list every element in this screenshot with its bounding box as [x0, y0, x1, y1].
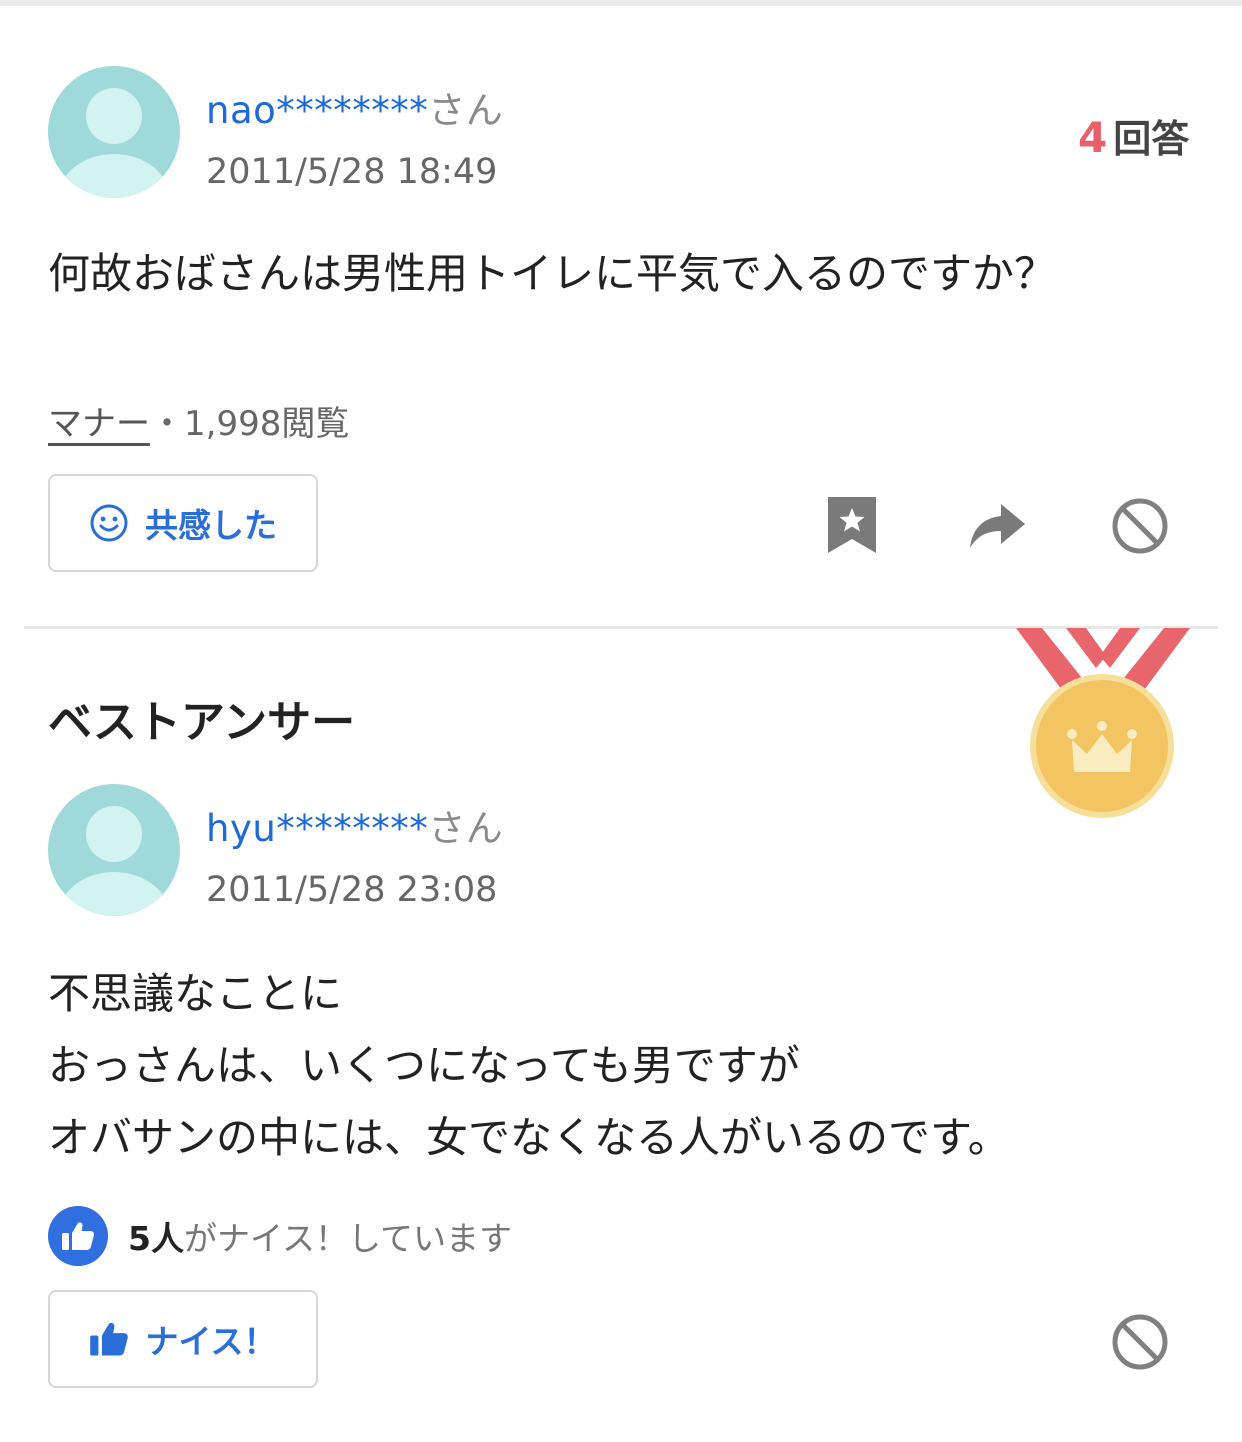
answer-line: 不思議なことに [48, 969, 343, 1018]
questioner-avatar[interactable] [48, 66, 180, 198]
answer-line: おっさんは、いくつになっても男ですが [48, 1041, 800, 1090]
answer-count-unit: 回答 [1113, 117, 1190, 161]
avatar-head [86, 88, 142, 144]
nice-button-label: ナイス！ [145, 1322, 277, 1361]
empathy-label: 共感した [145, 506, 277, 545]
answerer-suffix: さん [428, 807, 504, 850]
nice-badge [48, 1206, 108, 1266]
answer-count-number: 4 [1078, 113, 1108, 162]
question-meta: マナー・1,998閲覧 [48, 396, 349, 445]
block-icon [1112, 1314, 1168, 1370]
medal-crown-icon [1016, 628, 1190, 818]
nice-count: 5人 [128, 1219, 184, 1258]
question-text: 何故おばさんは男性用トイレに平気で入るのですか？ [48, 249, 1057, 298]
answerer-avatar[interactable] [48, 784, 180, 916]
block-icon [1112, 498, 1168, 554]
answer-count[interactable]: 4 回答 [1078, 108, 1189, 163]
empathy-button[interactable]: 共感した [48, 474, 318, 572]
avatar-head [86, 806, 142, 862]
bookmark-star-icon [828, 497, 876, 553]
top-divider [0, 0, 1242, 6]
answer-text: 不思議なことに おっさんは、いくつになっても男ですが オバサンの中には、女でなく… [48, 958, 1010, 1174]
answerer-name[interactable]: hyu********さん [206, 798, 503, 852]
smiley-icon [90, 504, 128, 542]
share-arrow-icon [970, 504, 1025, 548]
answerer-id[interactable]: hyu******** [206, 807, 428, 850]
questioner-name[interactable]: nao********さん [206, 80, 503, 134]
report-button[interactable] [1108, 494, 1172, 558]
nice-text: がナイス！しています [183, 1219, 512, 1258]
best-answer-heading: ベストアンサー [48, 697, 356, 748]
nice-summary: 5人 がナイス！しています [48, 1206, 512, 1266]
avatar-body [58, 154, 170, 198]
thumbs-up-icon [90, 1322, 129, 1356]
answer-line: オバサンの中には、女でなくなる人がいるのです。 [48, 1113, 1010, 1162]
category-link[interactable]: マナー [48, 404, 150, 444]
avatar-body [58, 872, 170, 916]
share-button[interactable] [964, 498, 1030, 552]
answer-report-button[interactable] [1108, 1310, 1172, 1374]
best-answer-medal [1014, 628, 1194, 824]
nice-button[interactable]: ナイス！ [48, 1290, 318, 1388]
view-count: ・1,998閲覧 [150, 404, 350, 444]
questioner-id[interactable]: nao******** [206, 89, 428, 132]
question-timestamp: 2011/5/28 18:49 [206, 152, 498, 192]
thumbs-up-icon [62, 1222, 94, 1250]
answer-timestamp: 2011/5/28 23:08 [206, 870, 498, 910]
bookmark-button[interactable] [822, 492, 882, 558]
questioner-suffix: さん [428, 89, 504, 132]
